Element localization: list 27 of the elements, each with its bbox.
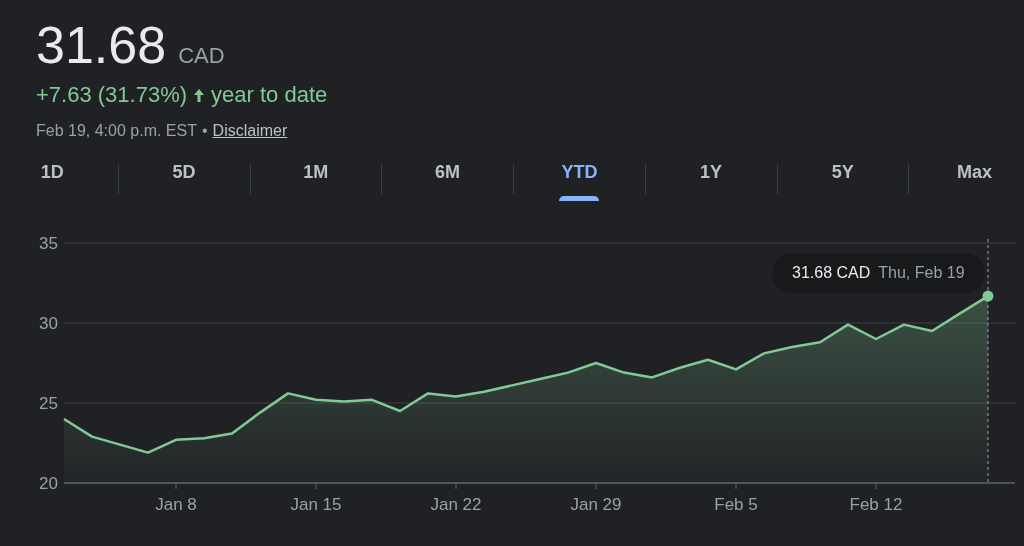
timestamp: Feb 19, 4:00 p.m. EST (36, 122, 197, 140)
range-tab[interactable]: Max (951, 162, 999, 197)
disclaimer-link[interactable]: Disclaimer (212, 122, 288, 140)
tooltip-price: 31.68 CAD (792, 264, 871, 282)
axis-label: Feb 12 (849, 495, 903, 514)
axis-label: Jan 8 (155, 495, 197, 514)
axis-label: 25 (39, 394, 58, 413)
axis-label: Jan 22 (430, 495, 482, 514)
axis-label: 30 (39, 314, 58, 333)
separator: • (201, 122, 208, 140)
axis-label: Jan 15 (290, 495, 342, 514)
range-tab[interactable]: 1D (34, 162, 70, 197)
currency-label: CAD (178, 43, 225, 69)
price-change: +7.63 (31.73%) (36, 82, 188, 108)
up-arrow-icon (193, 87, 206, 103)
stock-price: 31.68 (36, 15, 167, 76)
tooltip-date: Thu, Feb 19 (878, 264, 965, 282)
range-tab[interactable]: 5D (166, 162, 202, 197)
axis-label: 20 (39, 474, 58, 493)
range-tab[interactable]: 1M (297, 162, 335, 197)
range-tab[interactable]: 5Y (825, 162, 860, 197)
axis-label: 35 (39, 234, 58, 253)
axis-label: Jan 29 (570, 495, 622, 514)
axis-label: Feb 5 (714, 495, 758, 514)
range-tab[interactable]: 1Y (694, 162, 729, 197)
range-tab[interactable]: 6M (429, 162, 467, 197)
period-label: year to date (211, 82, 328, 108)
